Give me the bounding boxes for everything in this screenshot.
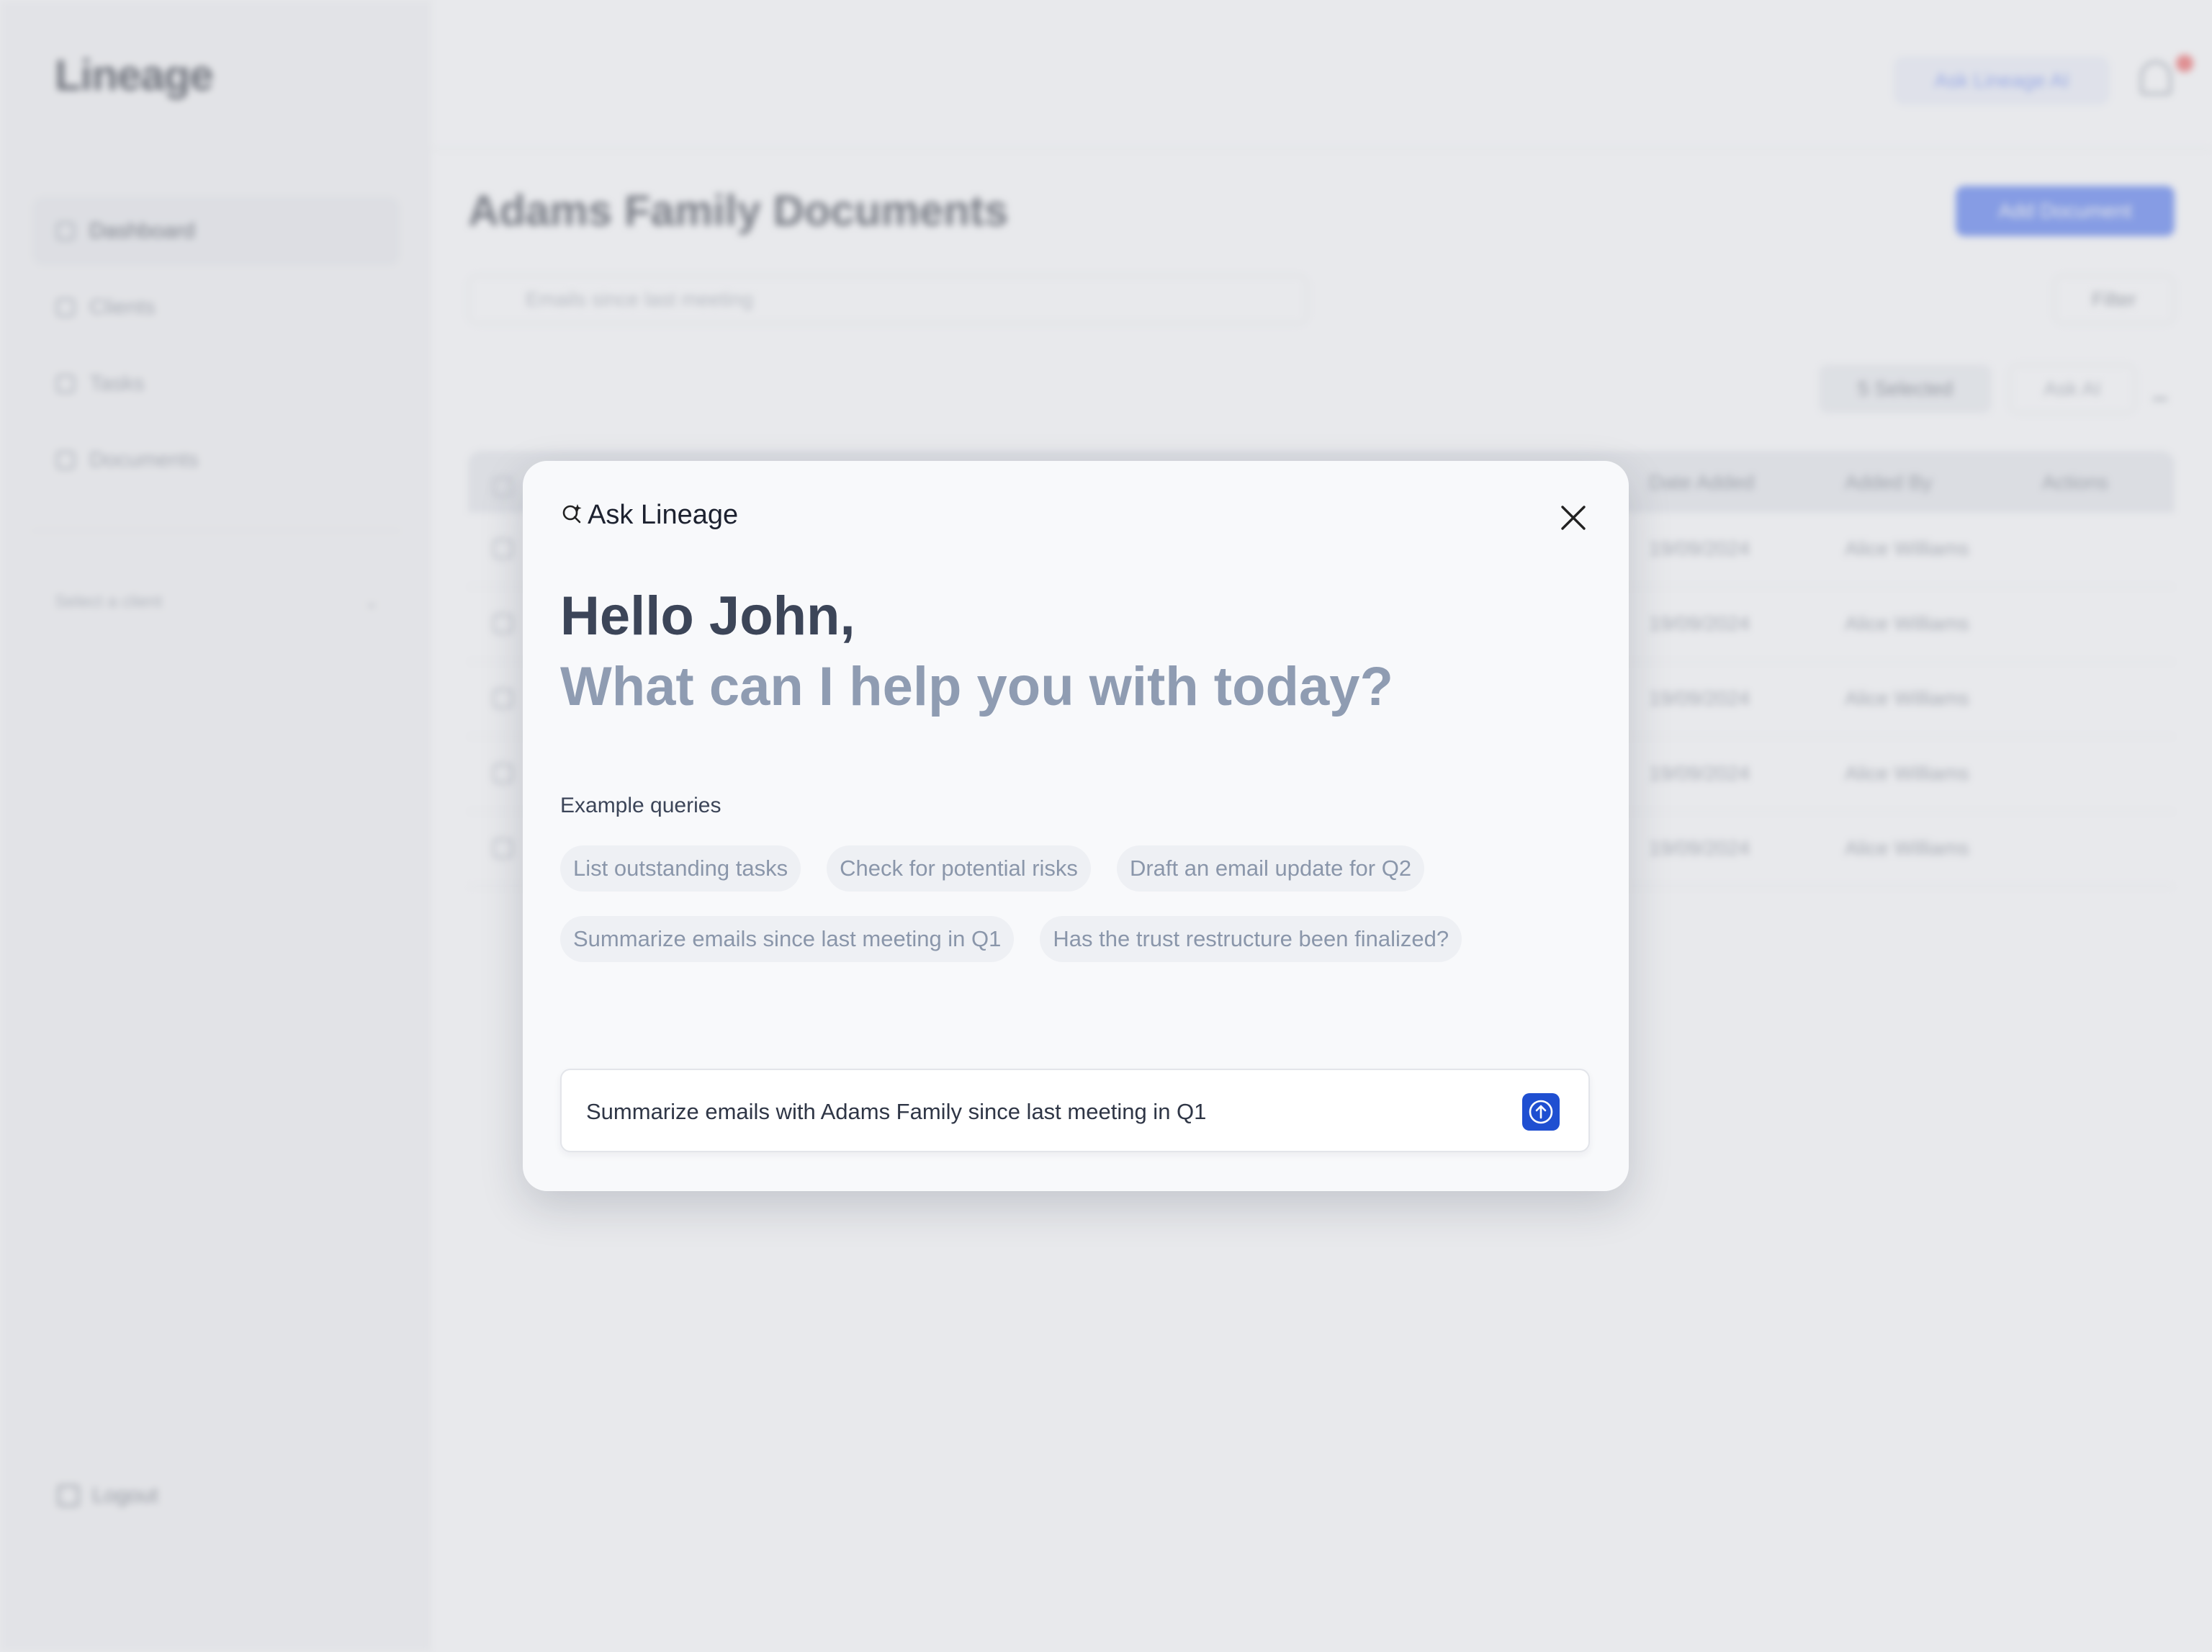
modal-title: Ask Lineage <box>588 500 739 530</box>
example-chip-summarize-emails[interactable]: Summarize emails since last meeting in Q… <box>560 916 1015 962</box>
sparkle-search-icon <box>560 501 585 530</box>
chip-row: List outstanding tasks Check for potenti… <box>560 845 1583 892</box>
example-queries: List outstanding tasks Check for potenti… <box>560 845 1583 987</box>
ask-lineage-modal: Ask Lineage Hello John, What can I help … <box>523 461 1629 1191</box>
help-prompt-heading: What can I help you with today? <box>560 656 1393 717</box>
example-chip-outstanding-tasks[interactable]: List outstanding tasks <box>560 845 801 892</box>
example-chip-draft-email[interactable]: Draft an email update for Q2 <box>1116 845 1425 892</box>
close-icon[interactable] <box>1554 498 1593 537</box>
chip-row: Summarize emails since last meeting in Q… <box>560 916 1583 962</box>
example-chip-potential-risks[interactable]: Check for potential risks <box>827 845 1091 892</box>
send-button[interactable] <box>1522 1093 1560 1131</box>
ask-input[interactable]: Summarize emails with Adams Family since… <box>560 1069 1590 1152</box>
example-chip-trust-restructure[interactable]: Has the trust restructure been finalized… <box>1040 916 1462 962</box>
arrow-up-icon <box>1529 1100 1553 1124</box>
ask-input-value[interactable]: Summarize emails with Adams Family since… <box>586 1099 1206 1125</box>
modal-header: Ask Lineage <box>560 500 738 531</box>
greeting-heading: Hello John, <box>560 585 855 647</box>
example-queries-label: Example queries <box>560 794 721 817</box>
